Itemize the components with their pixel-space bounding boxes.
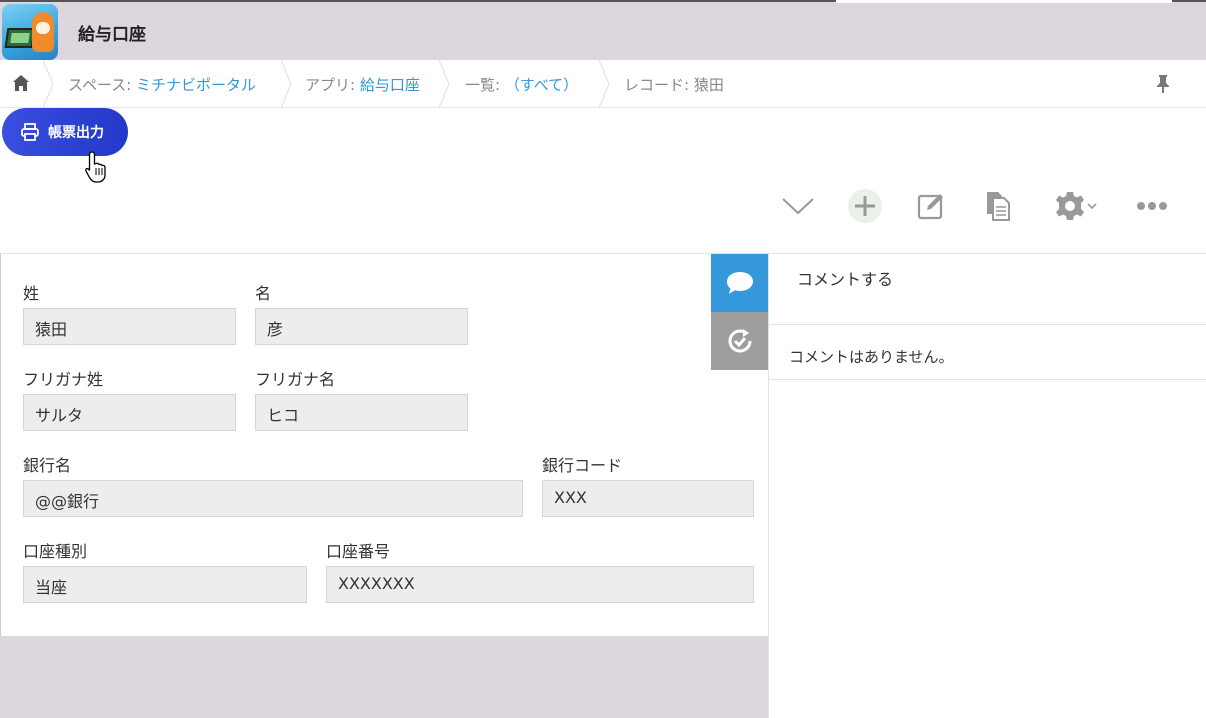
bank-name-field: @@銀行 xyxy=(23,480,523,517)
breadcrumb-space-link[interactable]: ミチナビポータル xyxy=(136,76,256,94)
account-number-field: XXXXXXX xyxy=(326,566,754,603)
comment-post-link[interactable]: コメントする xyxy=(797,266,893,290)
breadcrumb-separator xyxy=(598,60,610,108)
app-icon[interactable] xyxy=(2,4,58,60)
comment-bubble-icon xyxy=(726,272,753,294)
more-icon[interactable] xyxy=(1132,186,1172,226)
breadcrumb-separator xyxy=(42,60,54,108)
chevron-down-icon[interactable] xyxy=(778,186,818,226)
breadcrumb-app-link[interactable]: 給与口座 xyxy=(360,76,420,94)
kana-first-name-field: ヒコ xyxy=(255,394,468,431)
comment-panel: コメントする コメントはありません。 xyxy=(768,254,1206,718)
gear-dropdown-icon xyxy=(1087,203,1097,210)
print-report-button[interactable]: 帳票出力 xyxy=(2,108,128,156)
form-footer-background xyxy=(0,636,768,718)
breadcrumb-list-link[interactable]: （すべて） xyxy=(505,76,578,94)
divider xyxy=(769,324,1206,325)
pin-icon[interactable] xyxy=(1156,74,1170,94)
add-record-icon[interactable] xyxy=(845,186,885,226)
print-report-label: 帳票出力 xyxy=(48,125,104,141)
mascot-icon xyxy=(32,12,54,52)
duplicate-icon[interactable] xyxy=(978,186,1018,226)
first-name-label: 名 xyxy=(255,284,272,303)
hand-cursor-icon xyxy=(85,151,106,183)
breadcrumb-separator xyxy=(280,60,292,108)
bank-code-field: XXX xyxy=(542,480,754,517)
last-name-field: 猿田 xyxy=(23,308,236,345)
bank-name-label: 銀行名 xyxy=(23,456,72,475)
app-title: 給与口座 xyxy=(78,25,146,45)
first-name-field: 彦 xyxy=(255,308,468,345)
history-icon xyxy=(728,329,751,353)
breadcrumb: スペース: ミチナビポータル アプリ: 給与口座 一覧: （すべて） レコード:… xyxy=(0,60,1206,108)
breadcrumb-list[interactable]: 一覧: （すべて） xyxy=(465,74,578,95)
gear-icon[interactable] xyxy=(1046,186,1106,226)
comment-tab[interactable] xyxy=(711,254,768,312)
home-icon[interactable] xyxy=(12,74,30,92)
header-highlight xyxy=(836,0,1172,3)
breadcrumb-separator xyxy=(438,60,450,108)
bank-code-label: 銀行コード xyxy=(542,456,623,475)
breadcrumb-space[interactable]: スペース: ミチナビポータル xyxy=(68,74,256,95)
account-number-label: 口座番号 xyxy=(326,542,391,561)
kana-last-name-label: フリガナ姓 xyxy=(23,370,104,389)
app-header: 給与口座 xyxy=(0,0,1206,60)
laptop-icon xyxy=(4,28,36,48)
account-type-field: 当座 xyxy=(23,566,307,603)
printer-icon xyxy=(21,123,39,141)
history-tab[interactable] xyxy=(711,312,768,370)
breadcrumb-record: レコード: 猿田 xyxy=(624,76,724,94)
divider xyxy=(769,379,1206,380)
account-type-label: 口座種別 xyxy=(23,542,88,561)
kana-first-name-label: フリガナ名 xyxy=(255,370,336,389)
edit-icon[interactable] xyxy=(911,186,951,226)
record-form: 姓 猿田 名 彦 フリガナ姓 サルタ フリガナ名 ヒコ 銀行名 @@銀行 銀行コ… xyxy=(0,254,768,636)
last-name-label: 姓 xyxy=(23,284,40,303)
breadcrumb-app[interactable]: アプリ: 給与口座 xyxy=(305,74,420,95)
comment-empty-message: コメントはありません。 xyxy=(789,348,954,366)
kana-last-name-field: サルタ xyxy=(23,394,236,431)
